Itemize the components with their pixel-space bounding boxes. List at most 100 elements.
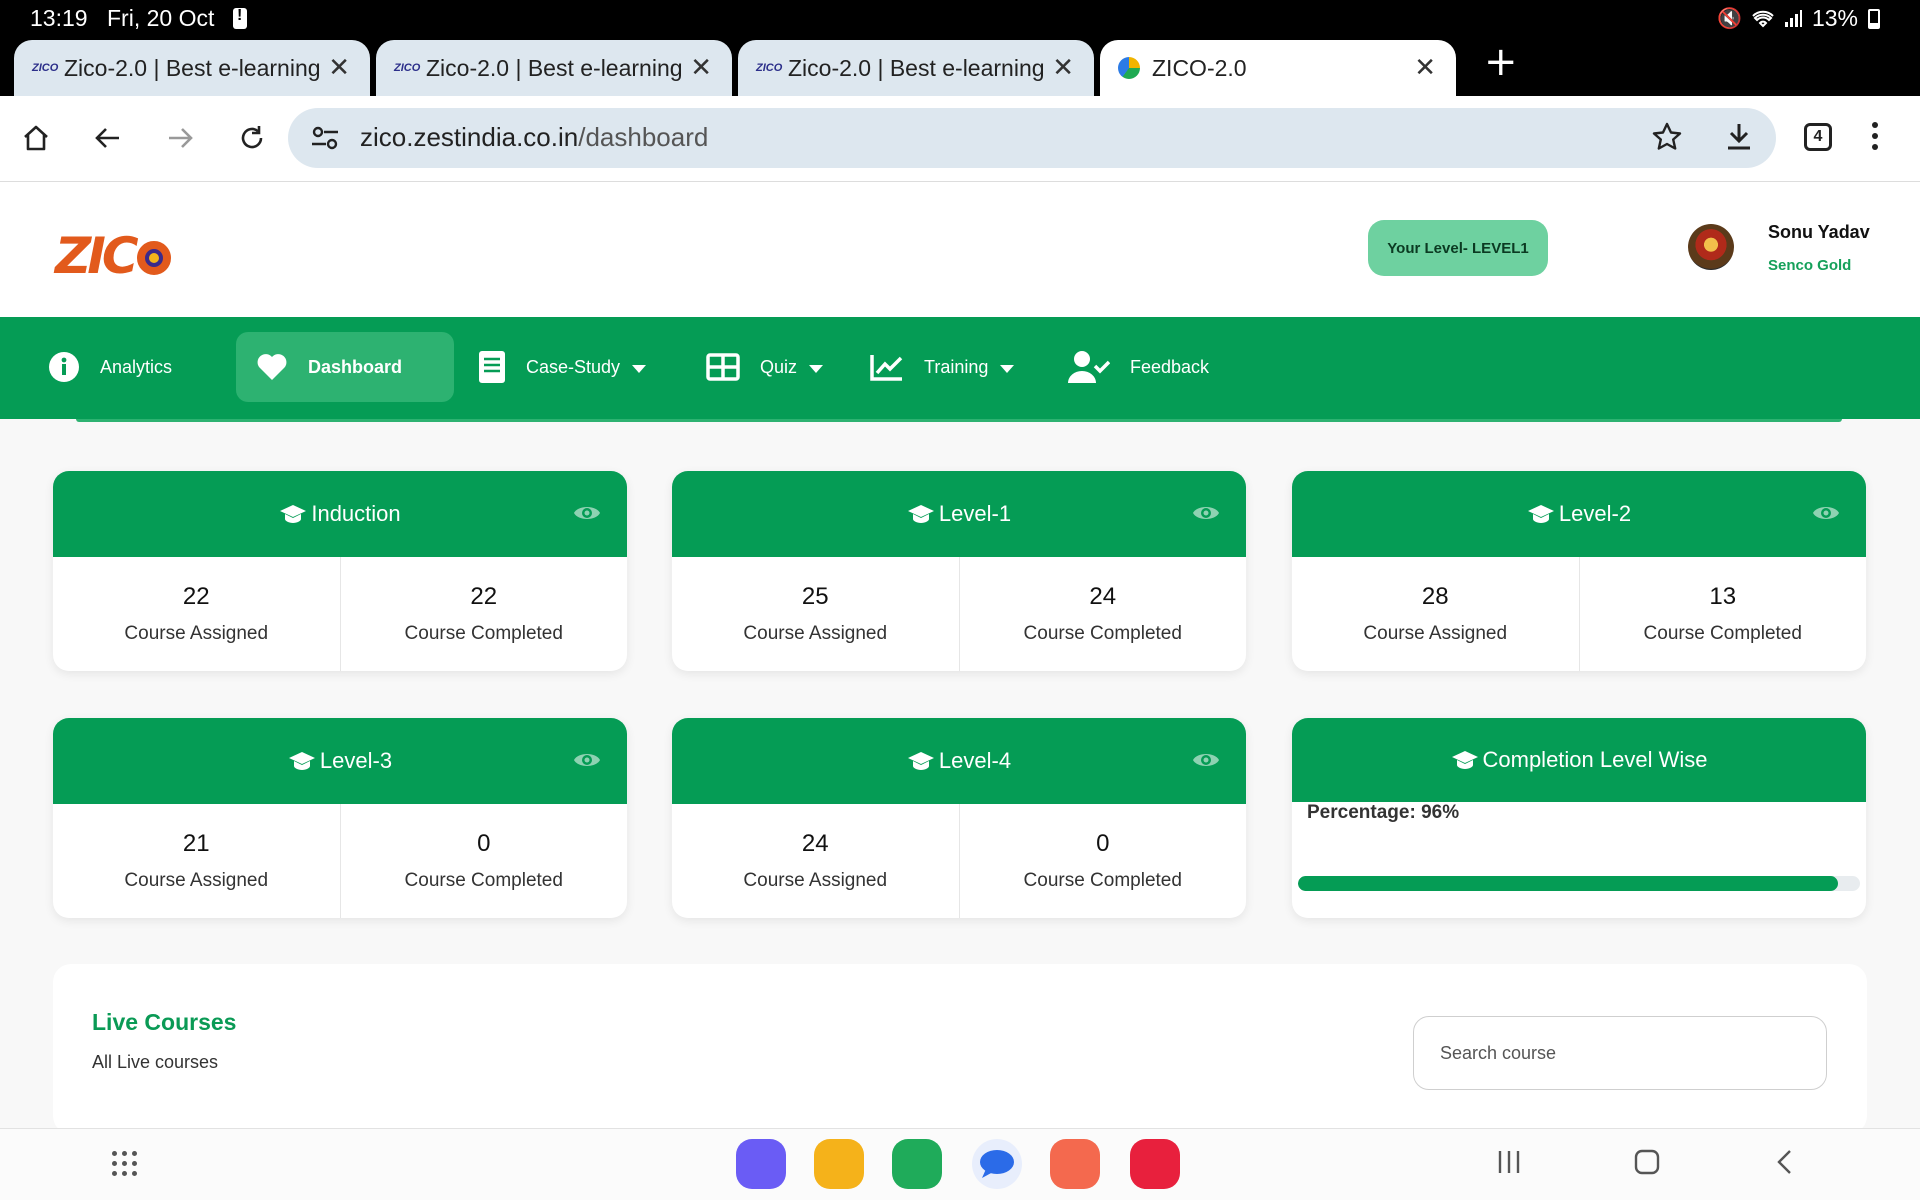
stat-completed: 24 Course Completed — [958, 557, 1247, 671]
completed-label: Course Completed — [1643, 623, 1802, 644]
completed-label: Course Completed — [404, 623, 563, 644]
battery-alert-icon — [233, 7, 247, 29]
app-drawer-icon[interactable] — [112, 1151, 138, 1177]
graduation-cap-icon — [1451, 751, 1478, 769]
user-check-icon — [1068, 351, 1110, 383]
eye-icon[interactable] — [1192, 749, 1220, 771]
recents-icon — [1498, 1151, 1520, 1173]
close-icon[interactable]: ✕ — [328, 53, 350, 81]
close-icon[interactable]: ✕ — [1414, 53, 1436, 81]
completed-count: 0 — [1096, 830, 1110, 857]
camera-app-icon[interactable] — [1130, 1139, 1180, 1189]
card-title: Level-4 — [938, 748, 1012, 773]
info-icon — [49, 352, 79, 382]
completed-label: Course Completed — [404, 870, 563, 891]
browser-tab-2[interactable]: ZICO Zico-2.0 | Best e-learning Pla ✕ — [376, 40, 732, 96]
files-app-icon[interactable] — [814, 1139, 864, 1189]
recents-button[interactable] — [1496, 1149, 1522, 1179]
status-right: 🔇 13% — [1717, 5, 1880, 32]
back-button[interactable] — [86, 116, 130, 160]
level-badge[interactable]: Your Level- LEVEL1 — [1368, 220, 1548, 276]
stat-completed: 0 Course Completed — [339, 804, 628, 918]
live-courses-panel: Live Courses All Live courses — [53, 964, 1867, 1134]
nav-dashboard[interactable]: Dashboard — [236, 332, 454, 402]
forward-button[interactable] — [158, 116, 202, 160]
card-title: Completion Level Wise — [1482, 747, 1708, 772]
app-header: ZIC Your Level- LEVEL1 Sonu Yadav Senco … — [0, 182, 1920, 317]
phone-app-icon[interactable] — [892, 1139, 942, 1189]
avatar[interactable] — [1688, 224, 1734, 270]
eye-icon[interactable] — [573, 502, 601, 524]
nav-label: Analytics — [100, 356, 173, 377]
zico-logo-favicon-icon: ZICO — [32, 62, 59, 74]
back-nav-button[interactable] — [1772, 1149, 1798, 1179]
heart-icon — [257, 354, 287, 380]
status-time: 13:19 — [30, 5, 88, 31]
graduation-cap-icon — [907, 505, 934, 523]
assigned-label: Course Assigned — [1363, 623, 1508, 644]
tab-title: Zico-2.0 | Best e-learning Pla — [426, 54, 686, 81]
chat-bubble-icon — [980, 1150, 1014, 1178]
tab-switcher-button[interactable]: 4 — [1804, 123, 1832, 151]
nav-quiz[interactable]: Quiz — [706, 332, 824, 402]
course-card-level-2[interactable]: Level-2 28 Course Assigned 13 Course Compl… — [1292, 471, 1866, 671]
status-date: Fri, 20 Oct — [107, 5, 215, 31]
new-tab-button[interactable]: + — [1484, 42, 1518, 82]
completed-count: 22 — [470, 583, 498, 610]
zico-logo[interactable]: ZIC — [55, 227, 171, 285]
browser-tab-3[interactable]: ZICO Zico-2.0 | Best e-learning Pla ✕ — [738, 40, 1094, 96]
site-settings-icon[interactable] — [310, 123, 340, 153]
percentage-text: Percentage: 96% — [1307, 802, 1459, 824]
eye-icon[interactable] — [1812, 502, 1840, 524]
internet-app-icon[interactable] — [736, 1139, 786, 1189]
stat-completed: 22 Course Completed — [339, 557, 628, 671]
progress-bar — [1298, 876, 1860, 891]
browser-tab-4[interactable]: ZICO-2.0 ✕ — [1100, 40, 1456, 96]
assigned-count: 25 — [801, 583, 829, 610]
graduation-cap-icon — [1527, 505, 1554, 523]
home-nav-button[interactable] — [1634, 1149, 1660, 1179]
live-courses-title: Live Courses — [92, 1009, 237, 1035]
assigned-label: Course Assigned — [743, 623, 888, 644]
course-card-level-4[interactable]: Level-4 24 Course Assigned 0 Course Comple… — [672, 718, 1246, 918]
live-courses-subtitle: All Live courses — [92, 1052, 219, 1072]
home-button[interactable] — [14, 116, 58, 160]
contacts-app-icon[interactable] — [1050, 1139, 1100, 1189]
course-card-level-1[interactable]: Level-1 25 Course Assigned 24 Course Compl… — [672, 471, 1246, 671]
nav-feedback[interactable]: Feedback — [1068, 332, 1209, 402]
completed-label: Course Completed — [1023, 870, 1182, 891]
status-bar: 13:19 Fri, 20 Oct 🔇 13% — [0, 0, 1920, 36]
eye-icon[interactable] — [573, 749, 601, 771]
graduation-cap-icon — [280, 505, 307, 523]
nav-label: Training — [924, 356, 989, 377]
completed-count: 13 — [1709, 583, 1737, 610]
main-nav: Analytics Dashboard Case-Study Quiz Trai… — [0, 317, 1920, 419]
close-icon[interactable]: ✕ — [690, 53, 712, 81]
download-icon[interactable] — [1722, 120, 1756, 154]
nav-label: Quiz — [760, 356, 798, 377]
progress-fill — [1298, 876, 1838, 891]
nav-analytics[interactable]: Analytics — [48, 332, 172, 402]
eye-icon[interactable] — [1192, 502, 1220, 524]
search-course-input[interactable] — [1413, 1016, 1827, 1090]
course-card-level-3[interactable]: Level-3 21 Course Assigned 0 Course Comple… — [53, 718, 627, 918]
browser-tab-1[interactable]: ZICO Zico-2.0 | Best e-learning Pla ✕ — [14, 40, 370, 96]
menu-kebab-icon[interactable] — [1872, 122, 1878, 155]
graduation-cap-icon — [907, 752, 934, 770]
tab-title: Zico-2.0 | Best e-learning Pla — [64, 54, 324, 81]
nav-case-study[interactable]: Case-Study — [478, 332, 647, 402]
assigned-label: Course Assigned — [124, 870, 269, 891]
assigned-count: 21 — [182, 830, 210, 857]
nav-training[interactable]: Training — [870, 332, 1015, 402]
bookmark-star-icon[interactable] — [1650, 120, 1684, 154]
course-card-induction[interactable]: Induction 22 Course Assigned 22 Course Com… — [53, 471, 627, 671]
card-header: Completion Level Wise — [1292, 718, 1866, 802]
assigned-count: 24 — [801, 830, 829, 857]
close-icon[interactable]: ✕ — [1052, 53, 1074, 81]
url-text[interactable]: zico.zestindia.co.in/dashboard — [360, 122, 708, 153]
messages-app-icon[interactable] — [972, 1139, 1022, 1189]
reload-button[interactable] — [230, 116, 274, 160]
chevron-left-icon — [1777, 1150, 1791, 1174]
battery-icon — [1868, 8, 1880, 29]
address-bar[interactable]: zico.zestindia.co.in/dashboard — [288, 108, 1776, 168]
